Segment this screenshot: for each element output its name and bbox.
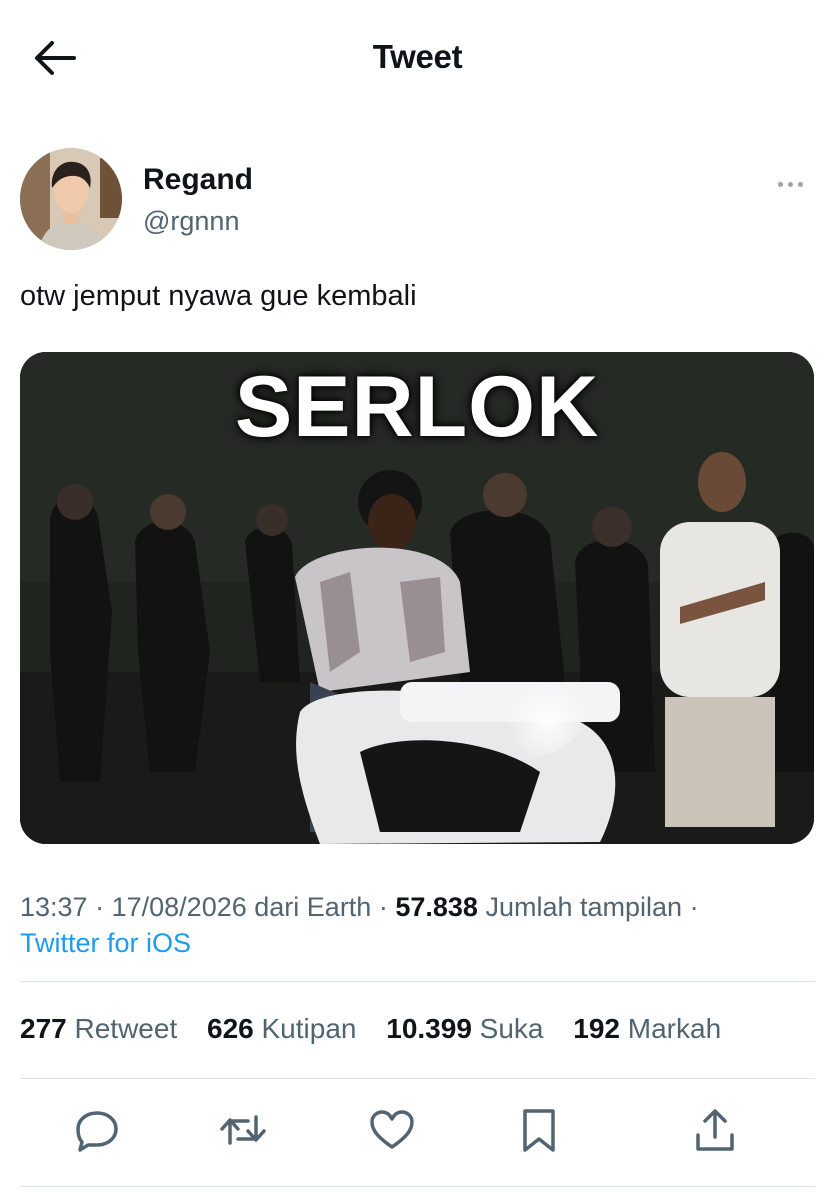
retweet-stat[interactable]: 277 Retweet bbox=[20, 1013, 177, 1045]
meta-separator: · bbox=[95, 892, 105, 922]
stat-label: Kutipan bbox=[261, 1013, 357, 1044]
meta-separator: · bbox=[378, 892, 388, 922]
stat-label: Suka bbox=[479, 1013, 544, 1044]
retweet-icon bbox=[220, 1115, 266, 1145]
stat-label: Markah bbox=[627, 1013, 722, 1044]
view-count: 57.838 bbox=[395, 892, 478, 922]
page-title: Tweet bbox=[372, 38, 463, 75]
share-button[interactable] bbox=[690, 1105, 740, 1155]
tweet-text: otw jemput nyawa gue kembali bbox=[20, 280, 417, 312]
media-caption: SERLOK bbox=[234, 359, 600, 455]
like-button[interactable] bbox=[367, 1105, 417, 1155]
stat-count: 10.399 bbox=[386, 1013, 472, 1044]
stat-count: 626 bbox=[207, 1013, 254, 1044]
retweet-button[interactable] bbox=[218, 1105, 268, 1155]
divider bbox=[20, 981, 815, 982]
divider bbox=[20, 1186, 815, 1187]
top-bar: Tweet bbox=[0, 0, 835, 115]
bookmark-stat[interactable]: 192 Markah bbox=[573, 1013, 721, 1045]
tweet-meta: 13:37 · 17/08/2026 dari Earth · 57.838 J… bbox=[20, 889, 820, 961]
bookmark-icon bbox=[523, 1109, 555, 1152]
client-link[interactable]: Twitter for iOS bbox=[20, 928, 191, 958]
like-stat[interactable]: 10.399 Suka bbox=[386, 1013, 543, 1045]
engagement-stats: 277 Retweet 626 Kutipan 10.399 Suka 192 … bbox=[20, 1013, 743, 1045]
share-icon bbox=[696, 1109, 734, 1151]
reply-icon bbox=[76, 1111, 118, 1152]
tweet-time: 13:37 bbox=[20, 892, 88, 922]
profile-photo bbox=[20, 148, 122, 250]
avatar[interactable] bbox=[20, 148, 122, 250]
more-dots-icon bbox=[775, 174, 815, 192]
more-options-button[interactable] bbox=[775, 174, 815, 192]
author-name[interactable]: Regand bbox=[143, 163, 253, 197]
divider bbox=[20, 1078, 815, 1079]
stat-count: 277 bbox=[20, 1013, 67, 1044]
tweet-media[interactable]: SERLOK bbox=[20, 352, 814, 844]
reply-button[interactable] bbox=[72, 1105, 122, 1155]
author-handle[interactable]: @rgnnn bbox=[143, 206, 239, 237]
stat-label: Retweet bbox=[74, 1013, 178, 1044]
stat-count: 192 bbox=[573, 1013, 620, 1044]
tweet-date: 17/08/2026 bbox=[111, 892, 247, 922]
quote-stat[interactable]: 626 Kutipan bbox=[207, 1013, 356, 1045]
action-bar bbox=[0, 1105, 835, 1165]
meta-separator: · bbox=[689, 892, 699, 922]
like-icon bbox=[370, 1110, 414, 1149]
tweet-source-text: dari Earth bbox=[254, 892, 372, 922]
bookmark-button[interactable] bbox=[514, 1105, 564, 1155]
view-count-label: Jumlah tampilan bbox=[485, 892, 683, 922]
